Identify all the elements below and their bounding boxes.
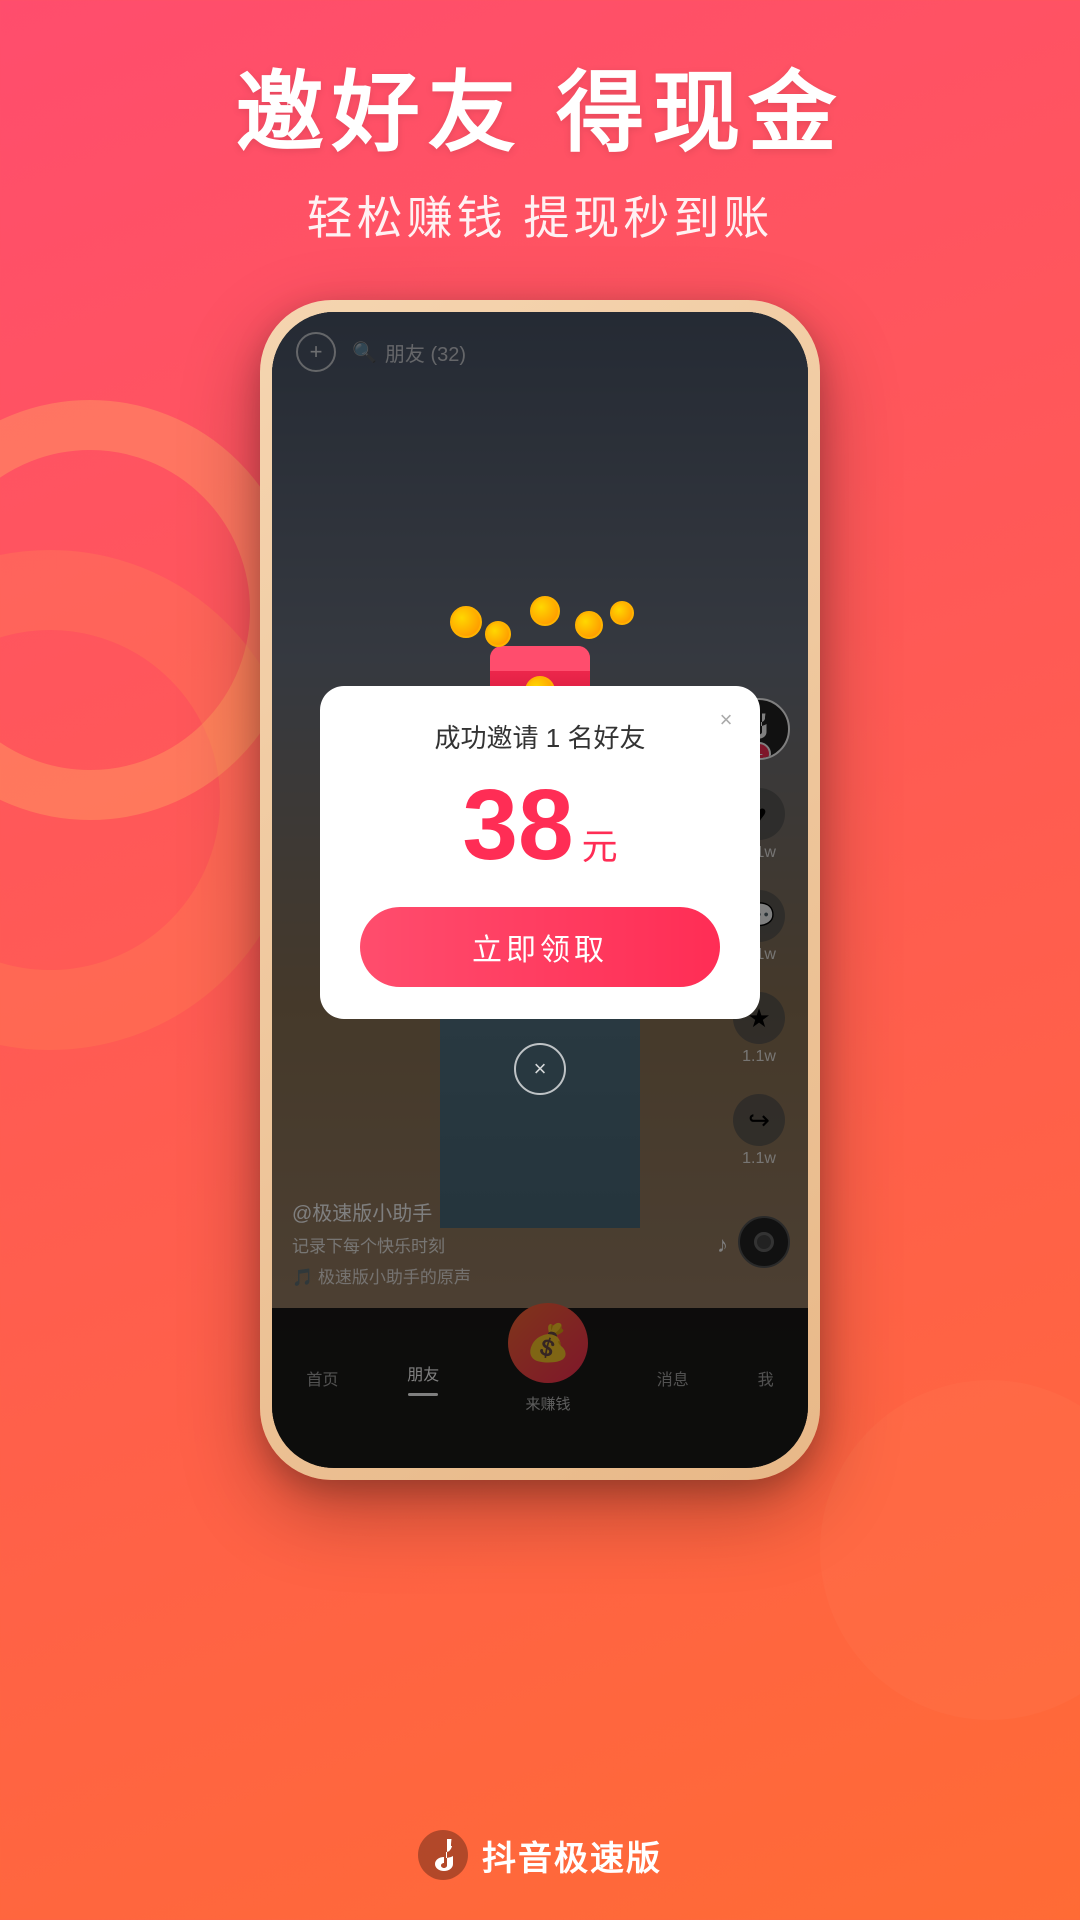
bg-circle-left [0, 400, 300, 820]
reward-modal: × 成功邀请 1 名好友 38 元 立即领取 [320, 686, 760, 1019]
tiktok-brand-logo [418, 1830, 468, 1880]
main-title: 邀好友 得现金 [0, 60, 1080, 166]
phone-screen: + 🔍 朋友 (32) [272, 312, 808, 1468]
modal-amount: 38 元 [360, 775, 720, 875]
modal-overlay: × 成功邀请 1 名好友 38 元 立即领取 × [272, 312, 808, 1468]
phone-outer: + 🔍 朋友 (32) [260, 300, 820, 1480]
modal-close-button[interactable]: × [708, 702, 744, 738]
modal-dismiss-button[interactable]: × [514, 1043, 566, 1095]
coin-4 [575, 611, 603, 639]
reward-amount: 38 [462, 775, 573, 875]
phone-inner: + 🔍 朋友 (32) [272, 312, 808, 1468]
coin-3 [530, 596, 560, 626]
header-section: 邀好友 得现金 轻松赚钱 提现秒到账 [0, 60, 1080, 248]
brand-name-text: 抖音极速版 [482, 1831, 662, 1880]
bg-circle-bottom-right [820, 1380, 1080, 1720]
sub-title: 轻松赚钱 提现秒到账 [0, 182, 1080, 248]
coin-5 [610, 601, 634, 625]
reward-unit: 元 [582, 818, 618, 870]
bottom-branding: 抖音极速版 [0, 1830, 1080, 1880]
dismiss-icon: × [534, 1056, 547, 1082]
coin-1 [450, 606, 482, 638]
coin-2 [485, 621, 511, 647]
close-icon: × [720, 707, 733, 733]
bg-arc-left [0, 550, 300, 1050]
phone-mockup: + 🔍 朋友 (32) [260, 300, 820, 1480]
modal-title: 成功邀请 1 名好友 [360, 718, 720, 755]
tiktok-logo [418, 1830, 468, 1880]
claim-button[interactable]: 立即领取 [360, 907, 720, 987]
